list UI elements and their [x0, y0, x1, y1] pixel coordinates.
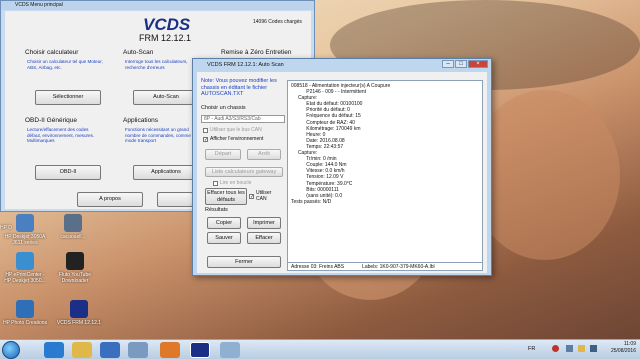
- autoscan-button[interactable]: Auto-Scan: [133, 90, 199, 105]
- status-address: Adresse 03: Freins ABS: [291, 264, 345, 270]
- clock-date: 25/08/2016: [610, 348, 636, 354]
- language-indicator[interactable]: FR: [528, 346, 535, 352]
- firefox-icon[interactable]: [160, 342, 180, 358]
- flag-icon[interactable]: [578, 345, 585, 352]
- clear-button[interactable]: Effacer: [247, 232, 281, 244]
- ie-icon[interactable]: [44, 342, 64, 358]
- close-icon[interactable]: ×: [468, 60, 488, 68]
- main-window-title: VCDS Menu principal: [15, 2, 63, 8]
- obd-title: OBD-II Générique: [25, 117, 78, 124]
- volume-icon[interactable]: [590, 345, 597, 352]
- save-button[interactable]: Sauver: [207, 232, 241, 244]
- desktop-icon-label: Fluto YouTube Downloader: [58, 272, 92, 284]
- applications-title: Applications: [123, 117, 159, 124]
- select-controller-title: Choisir calculateur: [25, 49, 79, 56]
- vcds-logo: VCDS: [143, 15, 191, 34]
- desktop-icon-cacaouell[interactable]: cacaouell...: [50, 214, 96, 240]
- eprint-icon: [16, 252, 34, 270]
- vcds-taskbar-icon[interactable]: [190, 342, 210, 358]
- use-can-bus-option[interactable]: Utiliser que le bus CAN: [203, 127, 262, 133]
- network-icon[interactable]: [566, 345, 573, 352]
- select-controller-text: Choisir un calculateur tel que Moteur, A…: [27, 59, 103, 70]
- downloader-icon: [66, 252, 84, 270]
- autoscan-note: Note: Vous pouvez modifier les chassis e…: [201, 78, 277, 97]
- loop-read-option[interactable]: Lire en boucle: [213, 180, 251, 186]
- close-button[interactable]: Fermer: [207, 256, 281, 268]
- clock-time: 11:09: [623, 341, 636, 347]
- chassis-label: Choisir un chassis: [201, 105, 246, 111]
- wallpaper-face-right: [470, 90, 620, 260]
- antivirus-icon[interactable]: [552, 345, 559, 352]
- applications-button[interactable]: Applications: [133, 165, 199, 180]
- start-button[interactable]: Départ: [205, 149, 241, 160]
- status-labels: Labels: 1K0-907-379-MK60-A.lbl: [362, 264, 435, 270]
- show-env-checkbox[interactable]: ✓: [203, 136, 208, 142]
- folder-icon: [64, 214, 82, 232]
- desktop-icon-fluto[interactable]: Fluto YouTube Downloader: [52, 252, 98, 284]
- about-button[interactable]: A propos: [77, 192, 143, 207]
- vcds-icon: [70, 300, 88, 318]
- desktop-icon-label: HP Deskjet 3050A J611 series: [4, 234, 46, 246]
- loop-read-label: Lire en boucle: [220, 180, 252, 186]
- use-can-label: Utiliser CAN: [256, 190, 272, 202]
- stop-button[interactable]: Arrêt: [247, 149, 281, 160]
- autoscan-window: VCDS FRM 12.12.1: Auto Scan – □ × Note: …: [192, 58, 492, 276]
- applications-text: Fonctions nécessitant un grand nombre de…: [125, 127, 196, 143]
- desktop-icon-hp-photo[interactable]: HP Photo Creations: [2, 300, 48, 326]
- use-can-bus-label: Utiliser que le bus CAN: [210, 127, 262, 133]
- vcds-version: FRM 12.12.1: [139, 33, 192, 43]
- media-player-icon[interactable]: [100, 342, 120, 358]
- select-controller-button[interactable]: Sélectionner: [35, 90, 101, 105]
- desktop-icon-hp-deskjet[interactable]: HP Deskjet 3050A J611 series: [2, 214, 48, 246]
- status-bar: Adresse 03: Freins ABS Labels: 1K0-907-3…: [287, 262, 483, 271]
- desktop-icon-label: HP ePrintCenter - HP Deskjet 3050...: [4, 272, 46, 284]
- print-button[interactable]: Imprimer: [247, 217, 281, 229]
- show-env-option[interactable]: ✓ Afficher l'environnement: [203, 136, 263, 142]
- autoscan-body: Note: Vous pouvez modifier les chassis e…: [197, 72, 487, 273]
- chassis-select-value: 8P - Audi A3/S3/RS3/Cab: [204, 116, 261, 122]
- start-button[interactable]: [2, 341, 20, 359]
- desktop-icon-label: VCDS FRM 12.12.1: [56, 320, 102, 326]
- obd-button[interactable]: OBD-II: [35, 165, 101, 180]
- desktop-icon-vcds[interactable]: VCDS FRM 12.12.1: [56, 300, 102, 326]
- results-label: Résultats: [205, 207, 228, 213]
- obd-text: Lecture/effacement des codes défaut, env…: [27, 127, 95, 143]
- gateway-list-button[interactable]: Liste calculateurs gateway: [205, 167, 283, 177]
- maximize-icon[interactable]: □: [455, 60, 467, 68]
- printer-icon: [16, 214, 34, 232]
- copy-button[interactable]: Copier: [207, 217, 241, 229]
- clock[interactable]: 11:09 25/08/2016: [611, 341, 636, 355]
- autoscan-window-title: VCDS FRM 12.12.1: Auto Scan: [207, 62, 284, 68]
- show-env-label: Afficher l'environnement: [210, 136, 264, 142]
- results-text-area[interactable]: 008518 - Alimentation injecteur(s) A Cou…: [287, 80, 483, 268]
- autoscan-title: Auto-Scan: [123, 49, 154, 56]
- result-line: Tests passés: N/D: [291, 198, 332, 205]
- app-icon[interactable]: [128, 342, 148, 358]
- explorer-icon[interactable]: [72, 342, 92, 358]
- codes-count: 14096 Codes chargés: [253, 19, 302, 25]
- use-can-bus-checkbox[interactable]: [203, 127, 208, 133]
- desktop-icon-label: cacaouell...: [60, 234, 86, 240]
- main-window-titlebar[interactable]: VCDS Menu principal: [1, 1, 314, 10]
- desktop-icon-hp-eprintcenter[interactable]: HP ePrintCenter - HP Deskjet 3050...: [2, 252, 48, 284]
- taskbar: FR 11:09 25/08/2016: [0, 339, 640, 359]
- use-can-checkbox[interactable]: ✓: [249, 193, 254, 199]
- clear-all-faults-button[interactable]: Effacer tous les défauts: [205, 188, 247, 205]
- window-controls: – □ ×: [442, 60, 488, 68]
- chassis-select[interactable]: 8P - Audi A3/S3/RS3/Cab: [201, 115, 285, 123]
- reset-service-title: Remise à Zéro Entretien: [221, 49, 292, 56]
- photo-icon: [16, 300, 34, 318]
- taskbar-app-icon[interactable]: [220, 342, 240, 358]
- desktop-icon-label: HP Photo Creations: [2, 320, 48, 326]
- loop-read-checkbox[interactable]: [213, 180, 218, 186]
- use-can-option[interactable]: ✓ Utiliser CAN: [249, 190, 276, 202]
- main-window-partial-button[interactable]: [157, 192, 193, 207]
- minimize-icon[interactable]: –: [442, 60, 454, 68]
